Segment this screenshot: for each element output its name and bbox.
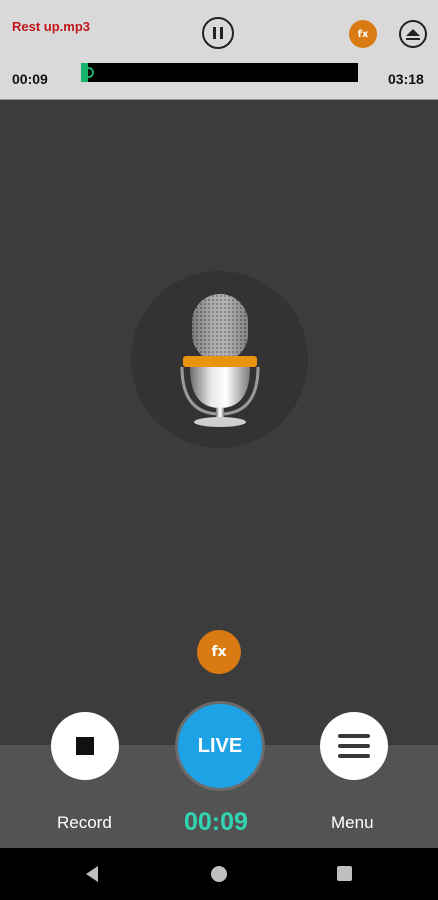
back-icon[interactable] <box>86 866 98 882</box>
seek-thumb[interactable] <box>88 67 94 78</box>
eject-button[interactable] <box>399 20 427 48</box>
pause-icon <box>213 27 216 39</box>
fx-button[interactable]: fx <box>197 630 241 674</box>
eject-icon-base <box>406 37 420 40</box>
recording-time: 00:09 <box>184 808 248 836</box>
record-label: Record <box>57 813 112 832</box>
eject-icon <box>406 28 420 36</box>
pause-button[interactable] <box>202 17 234 49</box>
menu-label: Menu <box>331 813 374 832</box>
elapsed-time: 00:09 <box>12 71 48 87</box>
home-icon[interactable] <box>211 866 227 882</box>
record-button[interactable] <box>51 712 119 780</box>
live-button[interactable]: LIVE <box>175 701 265 791</box>
player-bar <box>0 0 438 100</box>
stop-icon <box>76 737 94 755</box>
track-name: Rest up.mp3 <box>12 19 91 34</box>
microphone-icon <box>180 294 260 427</box>
recents-icon[interactable] <box>337 866 352 881</box>
hamburger-icon <box>338 731 370 761</box>
fx-button-top[interactable]: fx <box>349 20 377 48</box>
seek-bar[interactable] <box>81 63 358 82</box>
seek-progress <box>81 63 88 82</box>
total-time: 03:18 <box>388 71 424 87</box>
pause-icon <box>220 27 223 39</box>
menu-button[interactable] <box>320 712 388 780</box>
